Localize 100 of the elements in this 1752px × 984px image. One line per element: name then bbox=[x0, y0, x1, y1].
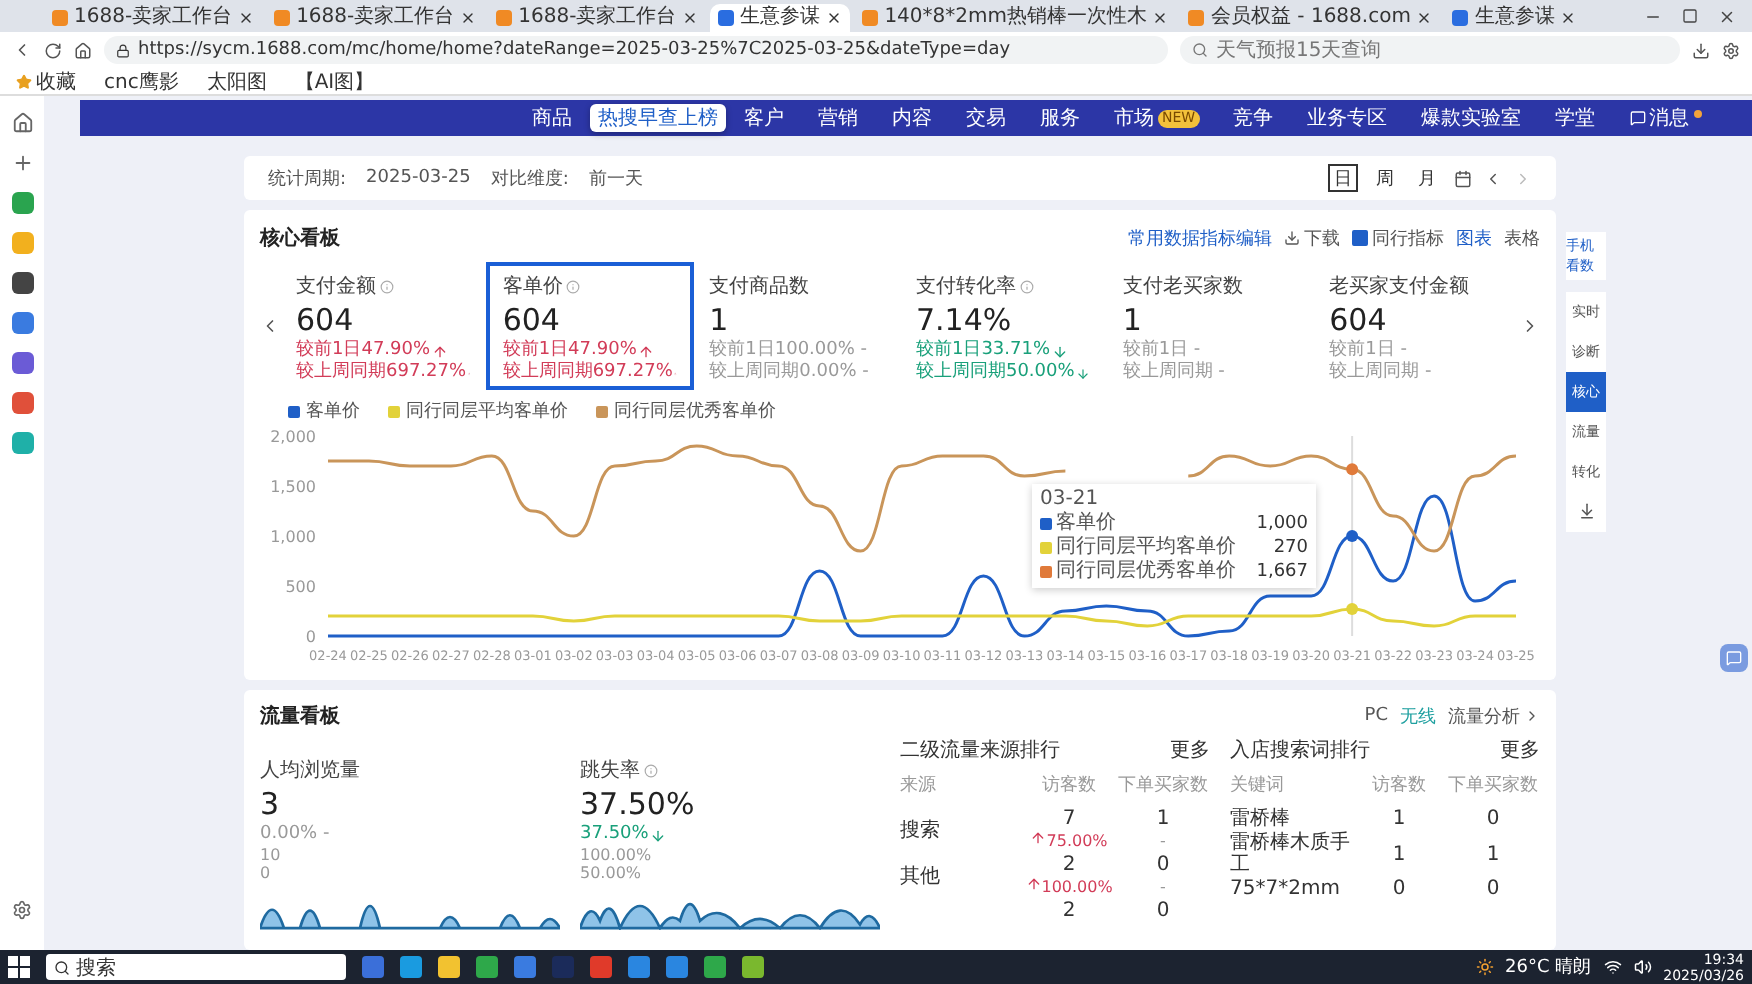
table-cell-text: 2 bbox=[1060, 900, 1078, 922]
compare-label: 对比维度: bbox=[490, 167, 569, 191]
metric-trend: 较前1日33.71% bbox=[915, 340, 1091, 362]
view-toggle[interactable]: 表格 bbox=[1504, 225, 1540, 251]
taskbar-app-icon[interactable] bbox=[704, 956, 726, 978]
nav-item[interactable]: 服务 bbox=[1040, 104, 1080, 132]
metric-card[interactable]: 客单价 604 较前1日47.90% 较上周同期697.27% bbox=[486, 262, 694, 390]
metric-card[interactable]: 支付转化率 7.14% 较前1日33.71% 较上周同期50.00% bbox=[899, 262, 1107, 390]
browser-tab[interactable]: 生意参谋 bbox=[1444, 4, 1585, 32]
browser-tab[interactable]: 会员权益 - 1688.com bbox=[1180, 4, 1441, 32]
search-field[interactable]: 天气预报15天查询 bbox=[1180, 36, 1680, 64]
more-link[interactable]: 更多 bbox=[1170, 736, 1210, 764]
bookmark[interactable]: 太阳图 bbox=[206, 67, 267, 95]
data-point bbox=[1346, 530, 1359, 542]
app-icon[interactable] bbox=[11, 352, 33, 374]
taskbar-search[interactable]: 搜索 bbox=[46, 954, 346, 980]
bookmark[interactable]: 收藏 bbox=[16, 67, 76, 95]
axis-label: 100.00% bbox=[580, 846, 654, 864]
address-bar[interactable]: https://sycm.1688.com/mc/home/home?dateRange=2025-03-25%7C2025-03-25&dateType=day bbox=[104, 36, 1168, 64]
axis-label: 1,500 bbox=[270, 478, 316, 496]
close-icon[interactable] bbox=[682, 10, 699, 26]
taskbar-app-icon[interactable] bbox=[438, 956, 460, 978]
app-icon[interactable] bbox=[11, 272, 33, 294]
nav-item[interactable]: 学堂 bbox=[1555, 104, 1596, 132]
close-icon[interactable] bbox=[1560, 10, 1577, 26]
taskbar-app-icon[interactable] bbox=[400, 956, 422, 978]
view-toggle[interactable]: 图表 bbox=[1456, 225, 1492, 251]
browser-tab[interactable]: 生意参谋 bbox=[710, 4, 851, 32]
nav-item[interactable]: 商品 bbox=[532, 104, 572, 132]
metric-trend: 37.50% bbox=[580, 824, 880, 846]
metric-card[interactable]: 老买家支付金额 604 较前1日 - 较上周同期 - bbox=[1313, 262, 1520, 390]
table-cell-text: 雷桥棒木质手工 bbox=[1230, 832, 1352, 876]
favicon-icon bbox=[1188, 10, 1205, 26]
nav-item[interactable]: 内容 bbox=[892, 104, 932, 132]
close-icon[interactable] bbox=[460, 10, 477, 26]
volume-icon[interactable] bbox=[1633, 958, 1652, 976]
close-icon[interactable] bbox=[826, 10, 843, 26]
reload-icon[interactable] bbox=[44, 41, 62, 59]
traffic-analysis-link[interactable]: 流量分析 bbox=[1448, 703, 1540, 729]
nav-item[interactable]: 爆款实验室 bbox=[1421, 104, 1522, 132]
previous-icon[interactable] bbox=[1484, 169, 1502, 187]
taskbar-app-icon[interactable] bbox=[742, 956, 764, 978]
settings-icon[interactable] bbox=[1722, 41, 1740, 59]
browser-tab[interactable]: 1688-卖家工作台 bbox=[266, 4, 485, 32]
settings-icon[interactable] bbox=[12, 900, 32, 920]
legend-item[interactable]: 同行同层平均客单价 bbox=[388, 398, 568, 424]
column-header: 关键词 bbox=[1230, 773, 1286, 798]
close-icon[interactable] bbox=[238, 10, 255, 26]
metric-card[interactable]: 支付老买家数 1 较前1日 - 较上周同期 - bbox=[1106, 262, 1314, 390]
download-icon[interactable] bbox=[1692, 41, 1710, 59]
metric-card[interactable]: 支付商品数 1 较前1日100.00% - 较上周同期0.00% - bbox=[693, 262, 900, 390]
period-value: 2025-03-25 bbox=[366, 168, 471, 188]
legend-item[interactable]: 同行同层优秀客单价 bbox=[596, 398, 776, 424]
nav-item[interactable]: 客户 bbox=[744, 104, 784, 132]
legend-item[interactable]: 客单价 bbox=[288, 398, 360, 424]
browser-tab[interactable]: 1688-卖家工作台 bbox=[488, 4, 707, 32]
bookmark[interactable]: 【AI图】 bbox=[294, 67, 375, 95]
axis-label: 0 bbox=[305, 628, 316, 646]
home-icon[interactable] bbox=[74, 41, 92, 59]
close-icon[interactable] bbox=[1718, 7, 1736, 25]
browser-tab[interactable]: 140*8*2mm热销棒一次性木 bbox=[854, 4, 1177, 32]
download-link[interactable]: 下载 bbox=[1284, 225, 1340, 251]
peer-checkbox[interactable]: 同行指标 bbox=[1352, 225, 1444, 251]
windows-icon[interactable] bbox=[8, 956, 30, 978]
bookmark[interactable]: cnc鹰影 bbox=[104, 67, 179, 95]
weather-icon bbox=[1475, 958, 1494, 976]
promo-popup[interactable]: 热搜早查上榜 bbox=[590, 104, 726, 132]
taskbar-app-icon[interactable] bbox=[590, 956, 612, 978]
app-icon[interactable] bbox=[11, 312, 33, 334]
nav-item[interactable]: 交易 bbox=[966, 104, 1006, 132]
taskbar-app-icon[interactable] bbox=[476, 956, 498, 978]
wifi-icon[interactable] bbox=[1603, 958, 1622, 976]
metric-value: 604 bbox=[1329, 300, 1389, 339]
messages-link[interactable]: 消息 bbox=[1629, 104, 1702, 132]
nav-item[interactable]: 竞争 bbox=[1233, 104, 1274, 132]
calendar-icon[interactable] bbox=[1454, 169, 1472, 187]
table-cell-text: 0 - bbox=[1154, 854, 1172, 898]
more-link[interactable]: 更多 bbox=[1500, 736, 1540, 764]
nav-item[interactable]: 业务专区 bbox=[1307, 104, 1388, 132]
axis-label: 1,000 bbox=[270, 528, 316, 546]
taskbar-app-icon[interactable] bbox=[628, 956, 650, 978]
metric-card[interactable]: 支付金额 604 较前1日47.90% 较上周同期697.27% bbox=[280, 262, 487, 390]
range-button[interactable]: 日 bbox=[1328, 164, 1358, 192]
scroll-bottom-button[interactable] bbox=[1566, 492, 1606, 532]
plus-icon[interactable] bbox=[11, 152, 33, 174]
chevron-right-icon bbox=[1524, 708, 1540, 724]
browser-tab[interactable]: 1688-卖家工作台 bbox=[44, 4, 263, 32]
nav-item[interactable]: 营销 bbox=[818, 104, 858, 132]
edit-metrics-link[interactable]: 常用数据指标编辑 bbox=[1128, 225, 1272, 251]
home-icon[interactable] bbox=[11, 112, 33, 134]
chat-button[interactable] bbox=[1720, 644, 1748, 672]
taskbar-app-icon[interactable] bbox=[666, 956, 688, 978]
close-icon[interactable] bbox=[1152, 10, 1169, 26]
taskbar-app-icon[interactable] bbox=[514, 956, 536, 978]
column-header: 访客数 bbox=[1370, 773, 1429, 798]
table-cell-text: 0 bbox=[1484, 808, 1502, 830]
platform-toggle[interactable]: PC bbox=[1364, 706, 1388, 726]
close-icon[interactable] bbox=[1416, 10, 1433, 26]
maximize-icon[interactable] bbox=[1682, 8, 1698, 24]
axis-label: 10 bbox=[260, 846, 283, 864]
